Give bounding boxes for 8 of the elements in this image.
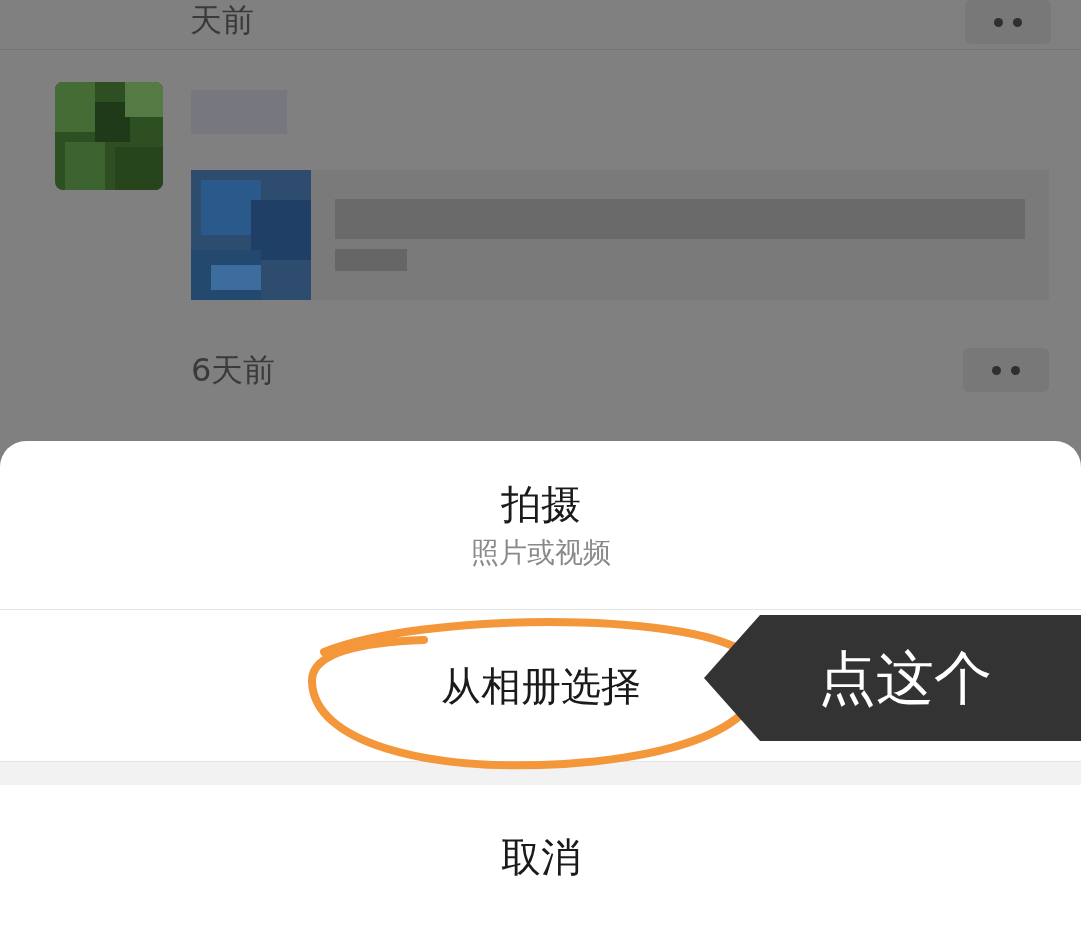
callout-tooltip: 点这个 (704, 615, 1081, 741)
post-time: 天前 (190, 0, 254, 41)
more-button[interactable] (963, 348, 1049, 392)
more-button[interactable] (965, 0, 1051, 44)
link-card[interactable] (191, 170, 1049, 300)
post-time: 6天前 (191, 350, 276, 391)
cancel-button[interactable]: 取消 (0, 785, 1081, 936)
sheet-option[interactable]: 拍摄 照片或视频 (0, 441, 1081, 610)
